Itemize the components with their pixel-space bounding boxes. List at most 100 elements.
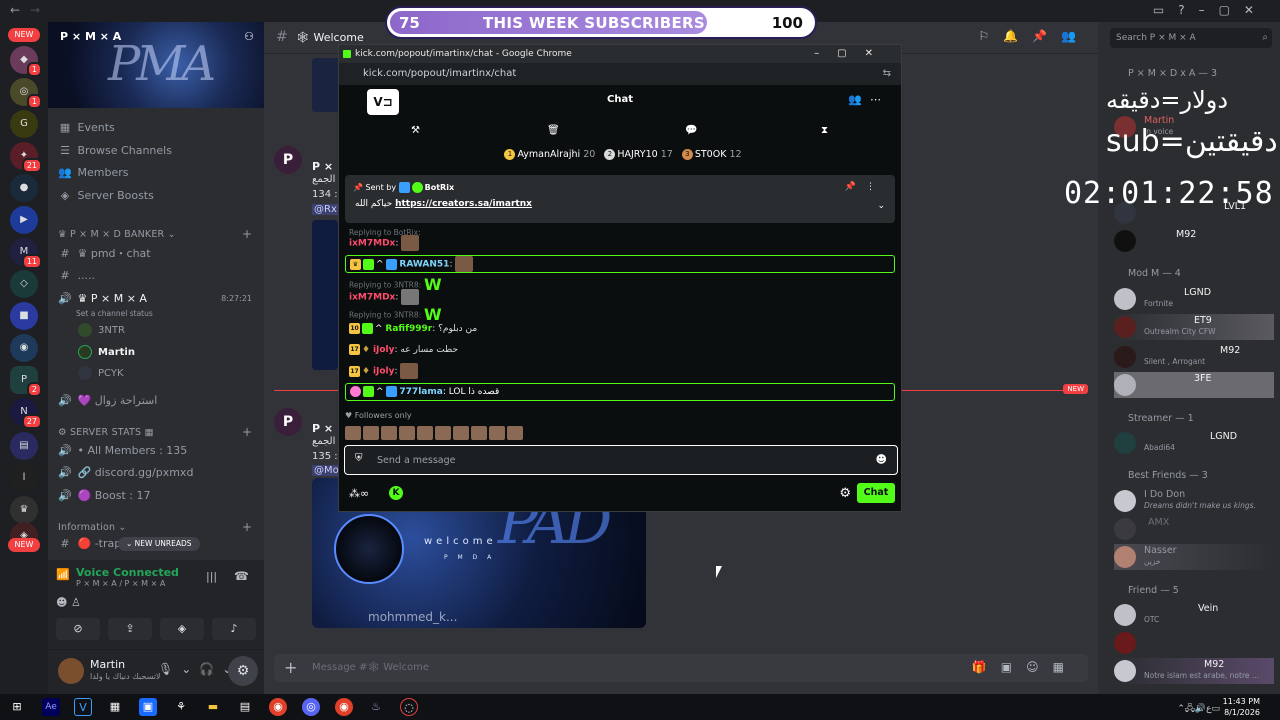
member-item[interactable]: LGND Fortnite	[1114, 286, 1274, 312]
send-chat-button[interactable]: Chat	[857, 483, 895, 503]
chrome-icon[interactable]: ◉	[335, 698, 353, 716]
category-stats[interactable]: ⚙ SERVER STATS ▦ +	[58, 425, 252, 439]
app-icon[interactable]: ⚘	[172, 698, 190, 716]
avatar[interactable]: P	[274, 146, 302, 174]
add-channel-icon[interactable]: +	[242, 227, 252, 241]
translate-icon[interactable]: ⇆	[883, 63, 891, 85]
chat-settings-gear-icon[interactable]: ⚙	[839, 486, 851, 501]
voice-user[interactable]: Martin	[78, 343, 135, 363]
clock[interactable]: 11:43 PM 8/1/2026	[1223, 696, 1260, 718]
user-mention[interactable]: @Rx	[312, 204, 339, 215]
server-icon[interactable]: ●	[10, 174, 38, 202]
pin-menu-icons[interactable]: 📌⋮	[845, 182, 885, 192]
recent-emotes[interactable]	[345, 425, 545, 441]
channel-pmd-chat[interactable]: # ♛ pmd・chat	[56, 244, 256, 264]
trash-icon[interactable]: 🗑	[547, 125, 560, 136]
kick-icon[interactable]: K	[389, 486, 403, 500]
chat-input[interactable]: ⛨ Send a message ☻	[344, 445, 898, 475]
channel-boosts[interactable]: ◈ Server Boosts	[56, 186, 256, 206]
avatar[interactable]: P	[274, 408, 302, 436]
invite-icon[interactable]: ⚇	[244, 30, 254, 43]
channel-events[interactable]: ▦ Events	[56, 118, 256, 138]
new-pill[interactable]: NEW	[8, 538, 40, 552]
windows-start-icon[interactable]: ⊞	[8, 698, 26, 716]
user-name[interactable]: Martin	[90, 658, 125, 671]
server-name[interactable]: P × M × A	[60, 30, 121, 43]
system-tray[interactable]: ⌃🖧🔊ع▭	[1177, 701, 1220, 717]
screen-share-button[interactable]: ⇪	[108, 618, 152, 640]
voice-channel-rest[interactable]: 🔊 💜 استراحة زوال	[56, 391, 256, 411]
header-toolbar[interactable]: ⚐🔔📌👥	[978, 29, 1090, 43]
category-information[interactable]: Information ⌄ +	[58, 520, 252, 534]
after-effects-icon[interactable]: Ae	[42, 698, 60, 716]
stat-boost[interactable]: 🔊 🟣 Boost : 17	[56, 486, 256, 506]
server-icon[interactable]: ◆ 1	[10, 46, 42, 77]
settings-gear-icon[interactable]: ⚙	[228, 656, 258, 686]
server-icon[interactable]: ◎ 1	[10, 78, 42, 109]
channel-dots[interactable]: # .....	[56, 266, 256, 286]
new-unreads-pill[interactable]: ⌄ NEW UNREADS	[118, 537, 200, 551]
member-item[interactable]: ET9 Outrealm City CFW	[1114, 314, 1274, 340]
pinned-link[interactable]: https://creators.sa/imartnx	[395, 199, 532, 209]
stat-members[interactable]: 🔊 • All Members : 135	[56, 441, 256, 461]
voice-channel-path[interactable]: P × M × A / P × M × A	[76, 579, 165, 588]
voice-user[interactable]: 3NTR	[78, 321, 125, 341]
server-icon[interactable]: ■	[10, 302, 38, 330]
emote-picker-icon[interactable]: ☻	[876, 453, 887, 466]
shield-icon[interactable]: ⛨	[355, 453, 363, 464]
app-icon[interactable]: V	[74, 698, 92, 716]
soundboard-button[interactable]: ♪	[212, 618, 256, 640]
server-icon[interactable]: ا	[10, 464, 38, 492]
camera-off-button[interactable]: ⊘	[56, 618, 100, 640]
server-icon[interactable]: ▶	[10, 206, 38, 234]
server-icon[interactable]: ◇	[10, 270, 38, 298]
chat-message[interactable]: 17 ♦ iJoly:	[349, 363, 893, 379]
server-icon[interactable]: ♛	[10, 496, 38, 524]
server-icon[interactable]: ◉	[10, 334, 38, 362]
forward-arrow-icon[interactable]: →	[30, 3, 40, 17]
server-banner[interactable]: PMA P × M × A ⚇	[48, 22, 264, 108]
new-pill[interactable]: NEW	[8, 28, 40, 42]
calculator-icon[interactable]: ▦	[106, 698, 124, 716]
store-icon[interactable]: ▤	[236, 698, 254, 716]
server-icon[interactable]: G	[10, 110, 38, 138]
member-item[interactable]: Nasser خزين	[1114, 544, 1274, 570]
server-icon[interactable]: ✦ 21	[10, 142, 42, 173]
member-item[interactable]: I Do Don Dreams didn't make us kings.	[1114, 488, 1274, 514]
popout-titlebar[interactable]: kick.com/popout/imartinx/chat - Google C…	[339, 45, 901, 63]
chat-message[interactable]: 10 ^ Rafif999r: من دبلوم؟	[349, 321, 893, 337]
app-icon[interactable]: ◎	[302, 698, 320, 716]
message-input[interactable]: + Message #🕸 Welcome 🎁▣☺▦	[274, 654, 1088, 682]
file-explorer-icon[interactable]: ▬	[204, 698, 222, 716]
voice-user[interactable]: PCYK	[78, 364, 124, 384]
app-icon[interactable]: ▣	[139, 698, 157, 716]
member-item[interactable]	[1114, 630, 1274, 656]
member-item[interactable]: M92 Notre islam est arabe, notre ...	[1114, 658, 1274, 684]
channel-browse[interactable]: ☰ Browse Channels	[56, 141, 256, 161]
member-item[interactable]: Vein OTC	[1114, 602, 1274, 628]
hourglass-icon[interactable]: ⧗	[821, 125, 828, 136]
back-arrow-icon[interactable]: ←	[10, 3, 20, 17]
add-attachment-icon[interactable]: +	[284, 658, 297, 677]
member-item[interactable]: M92	[1114, 228, 1274, 254]
chat-message-highlight[interactable]: ^ 777lama: LOL قصده ذا	[345, 383, 895, 401]
expand-chevron-icon[interactable]: ⌄	[877, 201, 885, 211]
steam-icon[interactable]: ♨	[367, 698, 385, 716]
chat-message-highlight[interactable]: ♛ ^ RAWAN51:	[345, 255, 895, 273]
welcome-card-partial[interactable]	[312, 220, 338, 370]
server-icon-active[interactable]: P2	[10, 366, 42, 397]
stat-invite[interactable]: 🔊 🔗 discord.gg/pxmxd	[56, 463, 256, 483]
window-controls[interactable]: ▭?–▢✕	[1153, 3, 1268, 17]
disconnect-icon[interactable]: ☎	[234, 569, 249, 583]
chat-message[interactable]: ixM7MDx:	[349, 235, 893, 251]
folder-icon[interactable]: ▤	[10, 432, 38, 460]
signal-icon[interactable]: 📶	[56, 568, 70, 581]
channel-members[interactable]: 👥 Members	[56, 163, 256, 183]
avatar[interactable]	[58, 658, 84, 684]
chat-message[interactable]: ixM7MDx:	[349, 289, 893, 305]
member-item[interactable]: AMX	[1114, 516, 1274, 542]
member-item[interactable]: M92 Silent , Arrogant	[1114, 344, 1274, 370]
points-icon[interactable]: ⁂∞	[349, 487, 369, 500]
server-icon[interactable]: N 27	[10, 398, 42, 429]
add-channel-icon[interactable]: +	[242, 520, 252, 534]
